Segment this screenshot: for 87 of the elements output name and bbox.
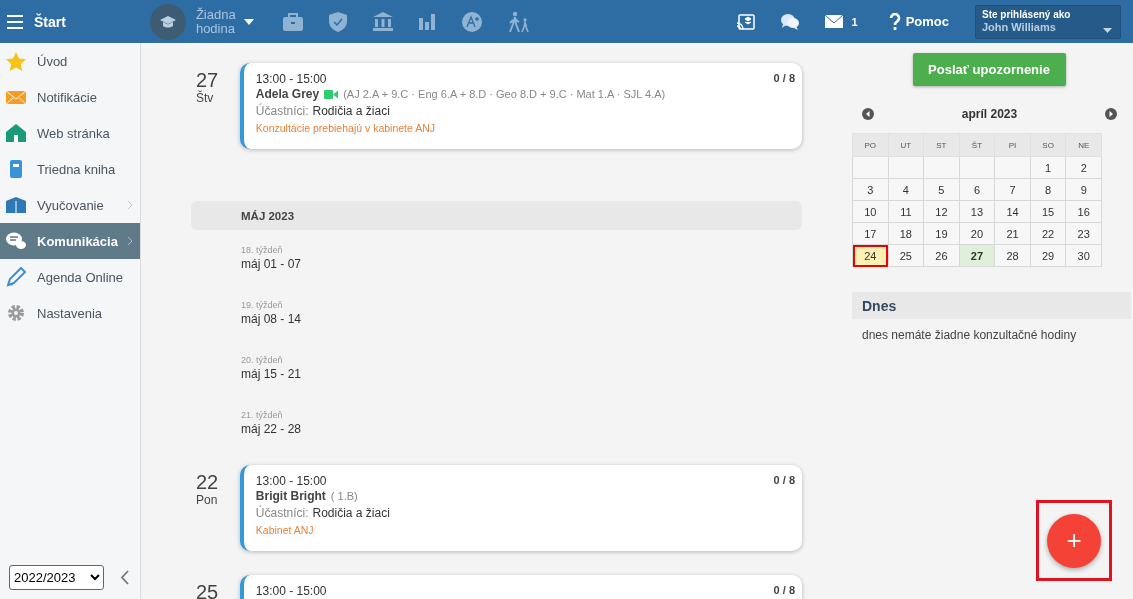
cast-icon[interactable] bbox=[736, 13, 755, 30]
sidebar-item[interactable]: Triedna kniha bbox=[0, 151, 140, 187]
user-dropdown[interactable]: Ste prihlásený ako John Williams bbox=[975, 4, 1121, 39]
booking-count: 0 / 8 bbox=[773, 584, 795, 598]
previous-month-icon[interactable] bbox=[862, 108, 874, 120]
day-number: 25 bbox=[196, 581, 220, 599]
participants-label: Účastníci: bbox=[255, 104, 309, 118]
consultation-card[interactable]: 13:00 - 15:00 Adela Grey (AJ 2.A + 9.C · Eng 6.A + 8.D · Geo 8.D + 9.C · Mat 1.A · SJL 4.A) Účastníci: Rodičia a žiaci Konzultácie prebiehajú v kabinete ANJ 0 / 8 bbox=[239, 63, 802, 149]
graduation-cap-icon[interactable] bbox=[149, 3, 186, 40]
week-number: 18. týždeň bbox=[241, 245, 284, 255]
consultation-card[interactable]: 13:00 - 15:00 Brigit Bright ( 1.B) Účastníci: Rodičia a žiaci Kabinet ANJ 0 / 8 bbox=[239, 465, 802, 551]
week-range: máj 01 - 07 bbox=[241, 257, 303, 271]
walking-people-icon[interactable] bbox=[507, 10, 530, 33]
sidebar-item[interactable]: Vyučovanie bbox=[0, 187, 140, 223]
video-camera-icon bbox=[324, 89, 339, 99]
weekday-header: PI bbox=[994, 133, 1031, 157]
participants-label: Účastníci: bbox=[255, 506, 309, 520]
time-range: 13:00 - 15:00 bbox=[255, 72, 328, 86]
bank-icon[interactable] bbox=[372, 12, 393, 31]
weekday-header: PO bbox=[852, 133, 889, 157]
calendar-day[interactable]: 17 bbox=[852, 222, 889, 245]
star-icon bbox=[5, 51, 27, 71]
month-label: MÁJ 2023 bbox=[241, 209, 295, 222]
day-number: 27 bbox=[196, 69, 220, 91]
help-link[interactable]: Pomoc bbox=[905, 14, 949, 29]
chevron-left-icon[interactable] bbox=[120, 570, 129, 585]
weekday-header: ST bbox=[923, 133, 960, 157]
menu-icon[interactable] bbox=[7, 14, 23, 29]
sidebar-item[interactable]: Komunikácia bbox=[0, 223, 140, 259]
location-note: Kabinet ANJ bbox=[255, 524, 315, 536]
chevron-right-icon bbox=[127, 200, 133, 210]
teacher-name: Brigit Bright bbox=[255, 489, 326, 503]
weekday-header: UT bbox=[888, 133, 924, 157]
week-range: máj 08 - 14 bbox=[241, 312, 303, 326]
time-range: 13:00 - 15:00 bbox=[255, 584, 328, 598]
sidebar-item[interactable]: Úvod bbox=[0, 43, 140, 79]
calendar-month: apríl 2023 bbox=[961, 107, 1018, 121]
booking-count: 0 / 8 bbox=[773, 72, 795, 86]
sidebar-item[interactable]: Nastavenia bbox=[0, 295, 140, 331]
location-note: Konzultácie prebiehajú v kabinete ANJ bbox=[255, 122, 436, 134]
grade-icon[interactable] bbox=[461, 11, 482, 32]
weekday-label: Pon bbox=[196, 493, 219, 507]
participants-value: Rodičia a žiaci bbox=[312, 104, 390, 118]
time-range: 13:00 - 15:00 bbox=[255, 474, 328, 488]
week-number: 20. týždeň bbox=[241, 355, 284, 365]
open-book-icon bbox=[5, 195, 27, 215]
weekday-header: ŠT bbox=[959, 133, 995, 157]
briefcase-icon[interactable] bbox=[282, 12, 303, 31]
week-number: 21. týždeň bbox=[241, 410, 284, 420]
teacher-name: Adela Grey bbox=[255, 87, 320, 101]
mail-icon[interactable] bbox=[824, 15, 843, 28]
chat-icon[interactable] bbox=[779, 12, 800, 31]
calendar-day[interactable]: 3 bbox=[852, 178, 889, 201]
start-link[interactable]: Štart bbox=[34, 13, 66, 30]
day-number: 22 bbox=[196, 471, 220, 493]
participants-value: Rodičia a žiaci bbox=[312, 506, 390, 520]
calendar-day[interactable]: 10 bbox=[852, 200, 889, 223]
sidebar-item[interactable]: Notifikácie bbox=[0, 79, 140, 115]
week-range: máj 15 - 21 bbox=[241, 367, 303, 381]
school-year-select[interactable]: 2022/2023 bbox=[9, 565, 104, 590]
week-number: 19. týždeň bbox=[241, 300, 284, 310]
add-button[interactable]: + bbox=[1047, 513, 1101, 568]
today-message: dnes nemáte žiadne konzultačné hodiny bbox=[861, 327, 1078, 342]
today-header: Dnes bbox=[852, 292, 1131, 319]
week-range: máj 22 - 28 bbox=[241, 422, 303, 436]
consultation-card[interactable]: 13:00 - 15:00 0 / 8 bbox=[239, 575, 802, 599]
calendar-day[interactable]: 24 bbox=[852, 244, 889, 267]
help-icon[interactable] bbox=[888, 12, 901, 31]
booking-count: 0 / 8 bbox=[773, 474, 795, 488]
pen-icon bbox=[5, 267, 27, 287]
chat-icon bbox=[5, 231, 27, 251]
class-list: ( 1.B) bbox=[330, 490, 358, 502]
mail-count: 1 bbox=[851, 15, 858, 28]
weekday-header: NE bbox=[1065, 133, 1102, 157]
shield-check-icon[interactable] bbox=[328, 11, 347, 32]
chevron-right-icon bbox=[127, 236, 133, 246]
sidebar-item[interactable]: Web stránka bbox=[0, 115, 140, 151]
bar-chart-icon[interactable] bbox=[418, 13, 436, 30]
caret-icon bbox=[243, 18, 254, 25]
class-list: (AJ 2.A + 9.C · Eng 6.A + 8.D · Geo 8.D + 9.C · Mat 1.A · SJL 4.A) bbox=[343, 88, 666, 100]
caret-icon bbox=[1103, 27, 1112, 33]
weekday-label: Štv bbox=[196, 91, 215, 105]
sidebar-item[interactable]: Agenda Online bbox=[0, 259, 140, 295]
gear-icon bbox=[5, 303, 27, 323]
house-icon bbox=[5, 123, 27, 143]
next-month-icon[interactable] bbox=[1105, 108, 1117, 120]
weekday-header: SO bbox=[1030, 133, 1066, 157]
